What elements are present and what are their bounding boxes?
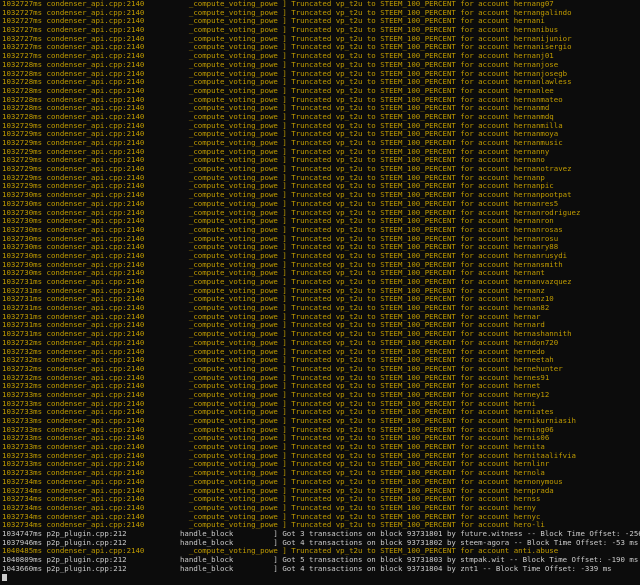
log-line: 1032727ms condenser_api.cpp:2140 _comput… [2,26,559,35]
log-line: 1032732ms condenser_api.cpp:2140 _comput… [2,373,550,382]
log-line: 1032731ms condenser_api.cpp:2140 _comput… [2,278,572,286]
log-line: 1037946ms p2p_plugin.cpp:212 handle_bloc… [2,538,639,547]
log-line: 1032732ms condenser_api.cpp:2140 _comput… [2,347,545,356]
log-line: 1032728ms condenser_api.cpp:2140 _comput… [2,60,559,69]
log-line: 1032730ms condenser_api.cpp:2140 _comput… [2,217,554,226]
log-line: 1032728ms condenser_api.cpp:2140 _comput… [2,112,554,121]
log-line: 1032731ms condenser_api.cpp:2140 _comput… [2,295,554,304]
log-line: 1032730ms condenser_api.cpp:2140 _comput… [2,234,559,243]
log-line: 1032728ms condenser_api.cpp:2140 _comput… [2,86,554,95]
log-line: 1032733ms condenser_api.cpp:2140 _comput… [2,443,545,452]
log-line: 1043660ms p2p_plugin.cpp:212 handle_bloc… [2,564,612,573]
log-line: 1032730ms condenser_api.cpp:2140 _comput… [2,208,581,217]
log-line: 1032733ms condenser_api.cpp:2140 _comput… [2,460,550,469]
log-line: 1032728ms condenser_api.cpp:2140 _comput… [2,78,572,87]
log-line: 1032734ms condenser_api.cpp:2140 _comput… [2,477,563,486]
log-line: 1032733ms condenser_api.cpp:2140 _comput… [2,425,554,434]
log-line: 1034747ms p2p_plugin.cpp:212 handle_bloc… [2,529,640,538]
log-line: 1032729ms condenser_api.cpp:2140 _comput… [2,182,554,191]
log-line: 1032729ms condenser_api.cpp:2140 _comput… [2,147,550,156]
log-line: 1032730ms condenser_api.cpp:2140 _comput… [2,199,559,208]
log-line: 1040809ms p2p_plugin.cpp:212 handle_bloc… [2,556,639,564]
log-line: 1032733ms condenser_api.cpp:2140 _comput… [2,417,576,425]
log-line: 1032731ms condenser_api.cpp:2140 _comput… [2,286,545,295]
log-line: 1032733ms condenser_api.cpp:2140 _comput… [2,469,545,478]
log-line: 1032730ms condenser_api.cpp:2140 _comput… [2,260,563,269]
log-line: 1032727ms condenser_api.cpp:2140 _comput… [2,52,554,61]
log-line: 1032734ms condenser_api.cpp:2140 _comput… [2,503,536,512]
log-line: 1032729ms condenser_api.cpp:2140 _comput… [2,165,572,174]
log-line: 1032728ms condenser_api.cpp:2140 _comput… [2,95,563,104]
log-line: 1032729ms condenser_api.cpp:2140 _comput… [2,130,559,139]
terminal-window[interactable]: 1032727ms condenser_api.cpp:2140 _comput… [0,0,640,585]
log-line: 1032731ms condenser_api.cpp:2140 _comput… [2,330,572,339]
log-line: 1032733ms condenser_api.cpp:2140 _comput… [2,434,550,443]
log-line: 1032734ms condenser_api.cpp:2140 _comput… [2,486,554,495]
log-line: 1032728ms condenser_api.cpp:2140 _comput… [2,104,550,113]
log-line: 1032729ms condenser_api.cpp:2140 _comput… [2,139,563,147]
log-line: 1032732ms condenser_api.cpp:2140 _comput… [2,338,559,347]
log-line: 1032730ms condenser_api.cpp:2140 _comput… [2,191,572,200]
log-line: 1032730ms condenser_api.cpp:2140 _comput… [2,225,563,234]
log-line: 1032733ms condenser_api.cpp:2140 _comput… [2,390,550,399]
log-line: 1032729ms condenser_api.cpp:2140 _comput… [2,121,563,130]
log-line: 1032733ms condenser_api.cpp:2140 _comput… [2,451,576,460]
log-line: 1032727ms condenser_api.cpp:2140 _comput… [2,0,554,8]
log-line: 1032731ms condenser_api.cpp:2140 _comput… [2,321,545,330]
log-line: 1032732ms condenser_api.cpp:2140 _comput… [2,356,554,365]
prompt-line[interactable] [0,573,640,582]
log-line: 1032732ms condenser_api.cpp:2140 _comput… [2,364,563,373]
log-line: 1032732ms condenser_api.cpp:2140 _comput… [2,382,541,391]
log-line: 1032731ms condenser_api.cpp:2140 _comput… [2,312,541,321]
log-line: 1032729ms condenser_api.cpp:2140 _comput… [2,173,545,182]
log-line: 1032730ms condenser_api.cpp:2140 _comput… [2,243,559,252]
log-line: 1032727ms condenser_api.cpp:2140 _comput… [2,8,572,17]
cursor-icon [2,573,7,581]
log-line: 1032727ms condenser_api.cpp:2140 _comput… [2,43,572,52]
log-line: 1032727ms condenser_api.cpp:2140 _comput… [2,17,545,26]
log-line: 1032727ms condenser_api.cpp:2140 _comput… [2,34,572,43]
log-line: 1032729ms condenser_api.cpp:2140 _comput… [2,156,545,165]
log-line: 1032730ms condenser_api.cpp:2140 _comput… [2,269,545,278]
log-line: 1032734ms condenser_api.cpp:2140 _comput… [2,521,545,530]
log-line: 1032733ms condenser_api.cpp:2140 _comput… [2,399,536,408]
log-line: 1040485ms condenser_api.cpp:2140 _comput… [2,547,559,556]
log-line: 1032728ms condenser_api.cpp:2140 _comput… [2,69,568,78]
log-line: 1032734ms condenser_api.cpp:2140 _comput… [2,495,541,504]
log-line: 1032731ms condenser_api.cpp:2140 _comput… [2,304,550,313]
log-line: 1032734ms condenser_api.cpp:2140 _comput… [2,512,541,521]
log-line: 1032733ms condenser_api.cpp:2140 _comput… [2,408,554,417]
log-line: 1032730ms condenser_api.cpp:2140 _comput… [2,251,568,260]
